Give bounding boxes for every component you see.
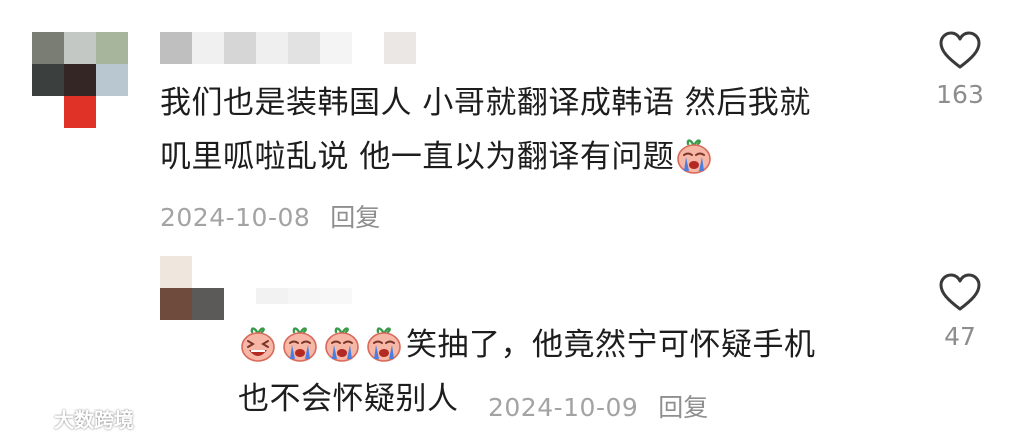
comment-meta: 2024-10-08 回复	[160, 198, 380, 234]
crying-face-emoji	[674, 136, 714, 176]
mosaic-pixel	[32, 96, 64, 128]
comment-like-button[interactable]: 163	[920, 30, 1000, 109]
mosaic-pixel	[192, 32, 224, 64]
mosaic-pixel	[64, 96, 96, 128]
mosaic-pixel	[256, 288, 288, 304]
mosaic-pixel	[256, 32, 288, 64]
mosaic-pixel	[384, 32, 416, 64]
reply-meta: 2024-10-09 回复	[488, 388, 708, 424]
mosaic-pixel	[192, 256, 224, 288]
mosaic-pixel	[32, 32, 64, 64]
heart-outline-icon[interactable]	[938, 30, 982, 70]
reply-avatar[interactable]	[160, 256, 224, 320]
crying-face-emoji	[364, 324, 404, 364]
comment-reply-button[interactable]: 回复	[330, 203, 380, 232]
mosaic-pixel	[96, 96, 128, 128]
mosaic-pixel	[288, 288, 320, 304]
mosaic-pixel	[96, 32, 128, 64]
comment-like-count: 163	[936, 80, 984, 109]
reply-text-line-1: 笑抽了，他竟然宁可怀疑手机	[406, 327, 816, 363]
commenter-avatar[interactable]	[32, 32, 128, 128]
watermark-logo-icon	[10, 410, 50, 428]
reply-date: 2024-10-09	[488, 393, 639, 422]
comment-text: 我们也是装韩国人 小哥就翻译成韩语 然后我就 叽里呱啦乱说 他一直以为翻译有问题	[160, 76, 811, 184]
mosaic-pixel	[96, 64, 128, 96]
mosaic-pixel	[160, 256, 192, 288]
reply-reply-button[interactable]: 回复	[658, 393, 708, 422]
mosaic-pixel	[192, 288, 224, 320]
watermark: 大数跨境	[10, 404, 134, 433]
mosaic-pixel	[288, 32, 320, 64]
mosaic-pixel	[320, 32, 352, 64]
mosaic-pixel	[320, 288, 352, 304]
mosaic-pixel	[64, 64, 96, 96]
mosaic-pixel	[352, 32, 384, 64]
mosaic-pixel	[224, 32, 256, 64]
comment-text-line-1: 我们也是装韩国人 小哥就翻译成韩语 然后我就	[160, 85, 811, 121]
mosaic-pixel	[32, 64, 64, 96]
commenter-name-blurred[interactable]	[160, 32, 416, 64]
mosaic-pixel	[64, 32, 96, 64]
reply-like-count: 47	[944, 322, 976, 351]
laughing-face-emoji	[238, 324, 278, 364]
crying-face-emoji	[280, 324, 320, 364]
mosaic-pixel	[160, 32, 192, 64]
mosaic-pixel	[160, 288, 192, 320]
crying-face-emoji	[322, 324, 362, 364]
mosaic-pixel	[224, 288, 256, 304]
comment-text-line-2: 叽里呱啦乱说 他一直以为翻译有问题	[160, 139, 675, 175]
reply-name-blurred[interactable]	[224, 288, 352, 304]
heart-outline-icon[interactable]	[938, 272, 982, 312]
comment-date: 2024-10-08	[160, 203, 311, 232]
reply-like-button[interactable]: 47	[920, 272, 1000, 351]
watermark-text: 大数跨境	[54, 408, 134, 432]
